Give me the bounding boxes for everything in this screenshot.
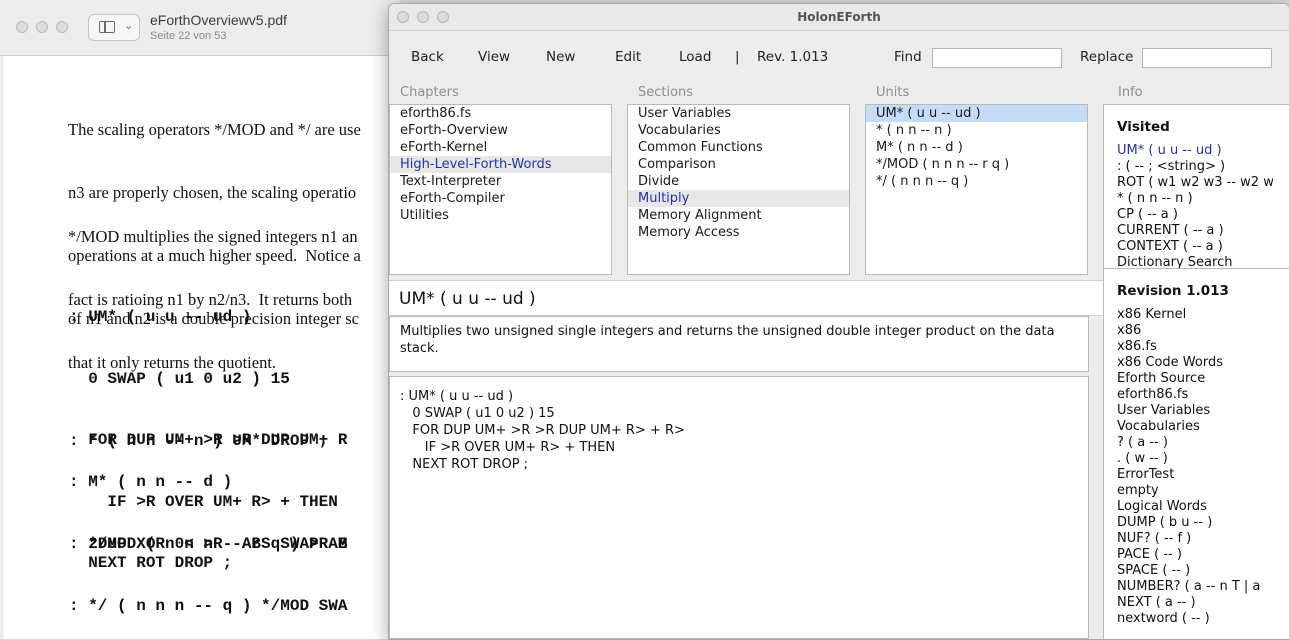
find-label: Find bbox=[894, 49, 922, 65]
revision-item[interactable]: Vocabularies bbox=[1104, 419, 1289, 435]
source-code-editor[interactable]: : UM* ( u u -- ud ) 0 SWAP ( u1 0 u2 ) 1… bbox=[389, 376, 1089, 639]
code-line: : UM* ( u u -- ud ) bbox=[400, 389, 514, 404]
list-item[interactable]: Comparison bbox=[628, 156, 849, 173]
list-item[interactable]: eForth-Kernel bbox=[390, 139, 611, 156]
code-line: 0 SWAP ( u1 0 u2 ) 15 bbox=[400, 406, 555, 421]
visited-item[interactable]: UM* ( u u -- ud ) bbox=[1104, 143, 1289, 159]
load-button[interactable]: Load bbox=[679, 49, 711, 65]
visited-panel: Visited UM* ( u u -- ud ) : ( -- ; <stri… bbox=[1103, 104, 1289, 274]
page-indicator: Seite 22 von 53 bbox=[150, 30, 227, 42]
unit-title: UM* ( u u -- ud ) bbox=[389, 280, 1103, 316]
list-item[interactable]: Text-Interpreter bbox=[390, 173, 611, 190]
minimize-window-button[interactable] bbox=[36, 21, 48, 33]
revision-item[interactable]: empty bbox=[1104, 483, 1289, 499]
revision-item[interactable]: NUF? ( -- f ) bbox=[1104, 531, 1289, 547]
list-item-selected[interactable]: High-Level-Forth-Words bbox=[390, 156, 611, 173]
visited-item[interactable]: CP ( -- a ) bbox=[1104, 207, 1289, 223]
revision-item[interactable]: NEXT ( a -- ) bbox=[1104, 595, 1289, 611]
revision-item[interactable]: x86 Kernel bbox=[1104, 307, 1289, 323]
list-item[interactable]: Memory Alignment bbox=[628, 207, 849, 224]
sidebar-toggle-button[interactable]: ⌄ bbox=[88, 14, 140, 41]
code-line: NEXT ROT DROP ; bbox=[400, 457, 529, 472]
new-button[interactable]: New bbox=[546, 49, 575, 65]
revision-item[interactable]: ErrorTest bbox=[1104, 467, 1289, 483]
visited-item[interactable]: CURRENT ( -- a ) bbox=[1104, 223, 1289, 239]
text-line: */MOD multiplies the signed integers n1 … bbox=[68, 227, 358, 246]
text-line: The scaling operators */MOD and */ are u… bbox=[68, 120, 361, 139]
list-item[interactable]: eForth-Compiler bbox=[390, 190, 611, 207]
list-item[interactable]: * ( n n -- n ) bbox=[866, 122, 1087, 139]
list-item[interactable]: Common Functions bbox=[628, 139, 849, 156]
back-button[interactable]: Back bbox=[411, 49, 444, 65]
code-line: : */ ( n n n -- q ) */MOD SWA bbox=[69, 596, 348, 615]
unit-description[interactable]: Multiplies two unsigned single integers … bbox=[389, 316, 1089, 372]
pdf-page-content[interactable]: The scaling operators */MOD and */ are u… bbox=[4, 56, 400, 639]
document-title: eForthOverviewv5.pdf bbox=[150, 12, 287, 28]
revision-item[interactable]: eforth86.fs bbox=[1104, 387, 1289, 403]
info-header: Info bbox=[1118, 85, 1143, 100]
code-block-starslash: : */MOD ( n n n -- r q ) >R M : */ ( n n… bbox=[69, 493, 347, 639]
sidebar-icon bbox=[99, 21, 115, 33]
visited-item[interactable]: * ( n n -- n ) bbox=[1104, 191, 1289, 207]
sections-header: Sections bbox=[638, 85, 694, 100]
list-item[interactable]: Vocabularies bbox=[628, 122, 849, 139]
list-item[interactable]: eForth-Overview bbox=[390, 122, 611, 139]
list-item[interactable]: Memory Access bbox=[628, 224, 849, 241]
revision-item[interactable]: Logical Words bbox=[1104, 499, 1289, 515]
revision-item[interactable]: x86 bbox=[1104, 323, 1289, 339]
revision-item[interactable]: nextword ( -- ) bbox=[1104, 611, 1289, 627]
revision-item[interactable]: DUMP ( b u -- ) bbox=[1104, 515, 1289, 531]
revision-title: Revision 1.013 bbox=[1117, 283, 1229, 299]
list-item-selected[interactable]: UM* ( u u -- ud ) bbox=[866, 105, 1087, 122]
revision-item[interactable]: NUMBER? ( a -- n T | a bbox=[1104, 579, 1289, 595]
code-line: : M* ( n n -- d ) bbox=[69, 473, 233, 491]
zoom-window-button[interactable] bbox=[56, 21, 68, 33]
code-line: IF >R OVER UM+ R> + THEN bbox=[400, 440, 616, 455]
chevron-down-icon: ⌄ bbox=[124, 19, 134, 32]
list-item[interactable]: M* ( n n -- d ) bbox=[866, 139, 1087, 156]
pdf-titlebar: ⌄ eForthOverviewv5.pdf Seite 22 von 53 bbox=[0, 0, 400, 56]
list-item[interactable]: */ ( n n n -- q ) bbox=[866, 173, 1087, 190]
list-item[interactable]: Divide bbox=[628, 173, 849, 190]
chapters-header: Chapters bbox=[400, 85, 459, 100]
close-window-button[interactable] bbox=[16, 21, 28, 33]
view-button[interactable]: View bbox=[478, 49, 510, 65]
holoneforth-window: HolonEForth Back View New Edit Load | Re… bbox=[388, 3, 1289, 640]
revision-item[interactable]: SPACE ( -- ) bbox=[1104, 563, 1289, 579]
list-item[interactable]: Utilities bbox=[390, 207, 611, 224]
code-line: : UM* ( u u -- ud ) bbox=[69, 308, 252, 326]
units-header: Units bbox=[876, 85, 910, 100]
visited-item[interactable]: ROT ( w1 w2 w3 -- w2 w bbox=[1104, 175, 1289, 191]
revision-item[interactable]: x86 Code Words bbox=[1104, 355, 1289, 371]
code-line: FOR DUP UM+ >R >R DUP UM+ R> + R> bbox=[400, 423, 685, 438]
find-input[interactable] bbox=[932, 48, 1062, 68]
replace-input[interactable] bbox=[1142, 48, 1272, 68]
chapters-list[interactable]: eforth86.fs eForth-Overview eForth-Kerne… bbox=[389, 104, 612, 275]
visited-item[interactable]: CONTEXT ( -- a ) bbox=[1104, 239, 1289, 255]
sections-list[interactable]: User Variables Vocabularies Common Funct… bbox=[627, 104, 850, 275]
window-title: HolonEForth bbox=[797, 10, 881, 24]
visited-title: Visited bbox=[1117, 119, 1170, 135]
units-list[interactable]: UM* ( u u -- ud ) * ( n n -- n ) M* ( n … bbox=[865, 104, 1088, 275]
code-line: : */MOD ( n n n -- r q ) >R M bbox=[69, 535, 348, 553]
revision-item[interactable]: PACE ( -- ) bbox=[1104, 547, 1289, 563]
holon-titlebar: HolonEForth bbox=[389, 4, 1289, 31]
list-item[interactable]: eforth86.fs bbox=[390, 105, 611, 122]
replace-label: Replace bbox=[1080, 49, 1134, 65]
pdf-viewer-window: ⌄ eForthOverviewv5.pdf Seite 22 von 53 T… bbox=[0, 0, 400, 639]
edit-button[interactable]: Edit bbox=[615, 49, 641, 65]
revision-item[interactable]: User Variables bbox=[1104, 403, 1289, 419]
revision-panel: Revision 1.013 x86 Kernel x86 x86.fs x86… bbox=[1103, 268, 1289, 639]
visited-item[interactable]: : ( -- ; <string> ) bbox=[1104, 159, 1289, 175]
list-item[interactable]: User Variables bbox=[628, 105, 849, 122]
revision-item[interactable]: Eforth Source bbox=[1104, 371, 1289, 387]
revision-item[interactable]: x86.fs bbox=[1104, 339, 1289, 355]
revision-label: Rev. 1.013 bbox=[757, 49, 829, 65]
code-line: 0 SWAP ( u1 0 u2 ) 15 bbox=[69, 369, 290, 388]
toolbar-separator: | bbox=[735, 49, 740, 65]
revision-item[interactable]: ? ( a -- ) bbox=[1104, 435, 1289, 451]
list-item-selected[interactable]: Multiply bbox=[628, 190, 849, 207]
revision-item[interactable]: . ( w -- ) bbox=[1104, 451, 1289, 467]
list-item[interactable]: */MOD ( n n n -- r q ) bbox=[866, 156, 1087, 173]
